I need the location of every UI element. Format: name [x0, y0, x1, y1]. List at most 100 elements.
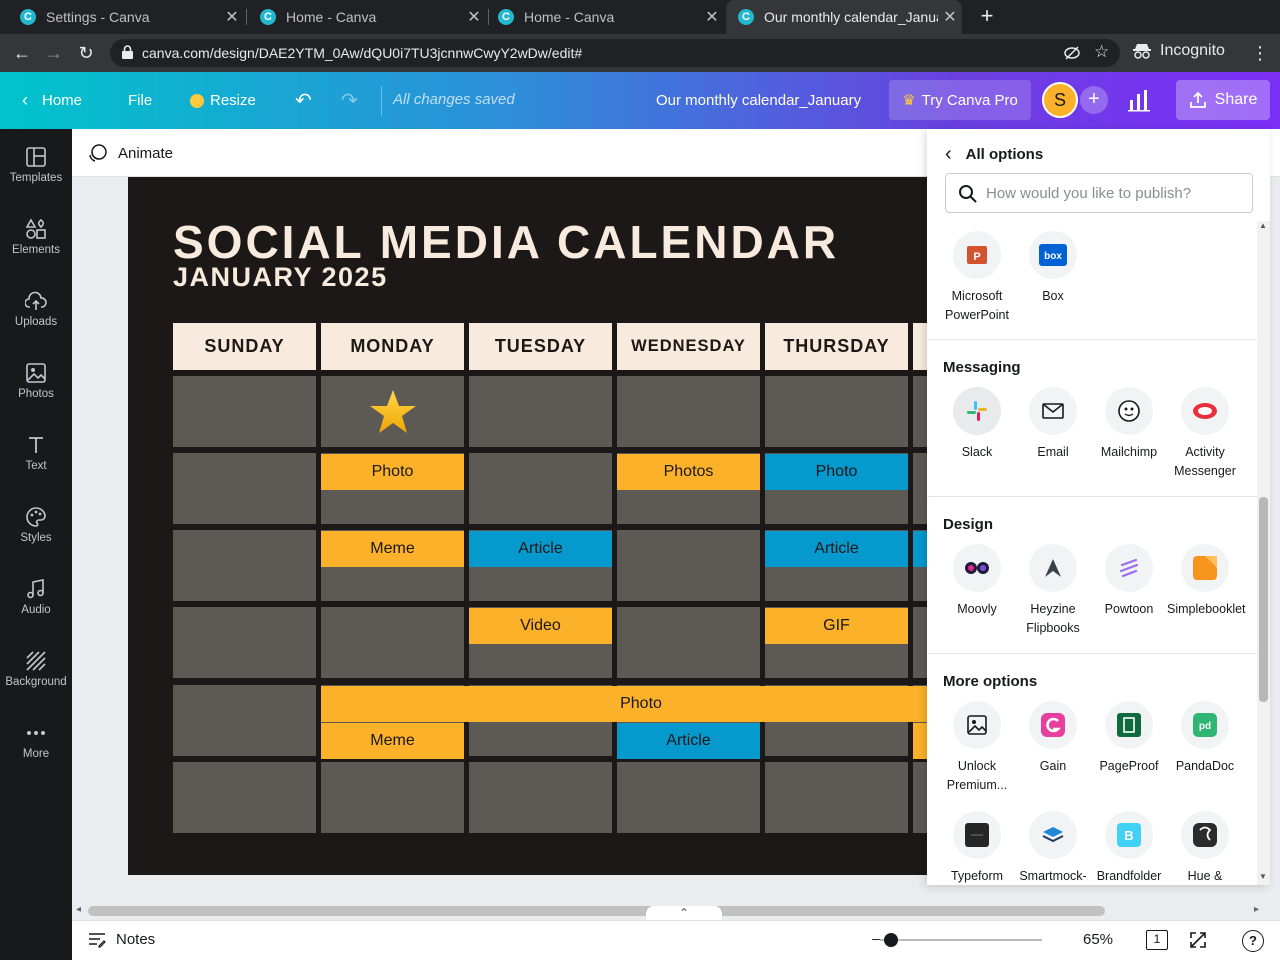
calendar-cell[interactable] — [913, 453, 928, 524]
tag-article[interactable]: Article — [765, 531, 908, 567]
fullscreen-icon[interactable] — [1188, 930, 1208, 955]
file-menu-button[interactable]: File — [128, 72, 152, 129]
app-microsoft-powerpoint[interactable]: P Microsoft PowerPoint — [939, 231, 1015, 325]
calendar-cell[interactable] — [765, 376, 908, 447]
bookmark-star-icon[interactable]: ☆ — [1094, 42, 1109, 62]
app-heyzine-flipbooks[interactable]: Heyzine Flipbooks — [1015, 544, 1091, 638]
day-header-tuesday[interactable]: TUESDAY — [469, 323, 612, 370]
day-header-monday[interactable]: MONDAY — [321, 323, 464, 370]
app-activity-messenger[interactable]: Activity Messenger — [1167, 387, 1243, 481]
document-title[interactable]: Our monthly calendar_January — [656, 92, 861, 109]
day-header-thursday[interactable]: THURSDAY — [765, 323, 908, 370]
sidebar-item-text[interactable]: Text — [0, 434, 72, 494]
app-typeform[interactable]: Typeform — [939, 811, 1015, 885]
app-smartmockups[interactable]: Smartmock- — [1015, 811, 1091, 885]
app-brandfolder[interactable]: B Brandfolder — [1091, 811, 1167, 885]
calendar-cell[interactable] — [913, 762, 928, 833]
calendar-subtitle[interactable]: JANUARY 2025 — [173, 262, 388, 293]
vertical-scrollbar[interactable] — [1270, 177, 1280, 900]
help-icon[interactable]: ? — [1242, 930, 1264, 952]
calendar-cell[interactable] — [173, 762, 316, 833]
panel-scroll-thumb[interactable] — [1259, 497, 1268, 702]
day-header-friday[interactable] — [913, 323, 928, 370]
calendar-cell[interactable] — [617, 530, 760, 601]
close-tab-icon[interactable]: ✕ — [462, 7, 486, 27]
tag-meme[interactable]: Meme — [321, 723, 464, 759]
sidebar-item-templates[interactable]: Templates — [0, 146, 72, 206]
calendar-cell[interactable] — [173, 453, 316, 524]
close-tab-icon[interactable]: ✕ — [700, 7, 724, 27]
calendar-cell[interactable] — [469, 762, 612, 833]
app-slack[interactable]: Slack — [939, 387, 1015, 462]
calendar-cell[interactable] — [469, 376, 612, 447]
forward-icon[interactable]: → — [40, 40, 68, 66]
share-button[interactable]: Share — [1176, 80, 1270, 120]
zoom-slider-track[interactable] — [880, 939, 1042, 941]
scroll-left-icon[interactable]: ◂ — [76, 904, 81, 915]
all-options-back-button[interactable]: ‹ All options — [945, 143, 1043, 166]
app-moovly[interactable]: Moovly — [939, 544, 1015, 619]
home-button[interactable]: ‹ Home — [22, 72, 82, 129]
browser-tab-home-1[interactable]: C Home - Canva ✕ — [248, 0, 486, 34]
calendar-cell[interactable] — [469, 453, 612, 524]
notes-button[interactable]: Notes — [88, 931, 155, 948]
sidebar-item-uploads[interactable]: Uploads — [0, 290, 72, 350]
tag-gif[interactable]: GIF — [765, 608, 908, 644]
incognito-indicator[interactable]: Incognito — [1132, 42, 1225, 60]
star-icon[interactable] — [369, 389, 417, 435]
scroll-right-icon[interactable]: ▸ — [1254, 904, 1259, 915]
design-page[interactable]: SOCIAL MEDIA CALENDAR JANUARY 2025 SUNDA… — [128, 177, 928, 875]
horizontal-scroll-thumb[interactable] — [88, 906, 1105, 916]
day-header-wednesday[interactable]: WEDNESDAY — [617, 323, 760, 370]
close-tab-icon[interactable]: ✕ — [938, 7, 962, 27]
app-hue[interactable]: Hue & — [1167, 811, 1243, 885]
eye-off-icon[interactable] — [1064, 46, 1080, 60]
calendar-cell[interactable] — [617, 376, 760, 447]
panel-scroll-up-icon[interactable]: ▲ — [1259, 221, 1267, 230]
browser-tab-settings[interactable]: C Settings - Canva ✕ — [8, 0, 244, 34]
back-icon[interactable]: ← — [8, 40, 36, 66]
avatar[interactable]: S — [1042, 82, 1078, 118]
app-powtoon[interactable]: Powtoon — [1091, 544, 1167, 619]
day-header-sunday[interactable]: SUNDAY — [173, 323, 316, 370]
tag-photo-span[interactable]: Photo — [321, 686, 928, 722]
app-unlock-premium[interactable]: Unlock Premium... — [939, 701, 1015, 795]
browser-tab-home-2[interactable]: C Home - Canva ✕ — [486, 0, 724, 34]
page-count-button[interactable]: 1 — [1146, 930, 1168, 950]
app-simplebooklet[interactable]: Simplebooklet — [1167, 544, 1246, 619]
sidebar-item-more[interactable]: More — [0, 722, 72, 782]
app-pandadoc[interactable]: pd PandaDoc — [1167, 701, 1243, 776]
try-canva-pro-button[interactable]: ♛ Try Canva Pro — [889, 80, 1031, 120]
tag-article[interactable]: Article — [469, 531, 612, 567]
app-pageproof[interactable]: PageProof — [1091, 701, 1167, 776]
app-gain[interactable]: Gain — [1015, 701, 1091, 776]
sidebar-item-audio[interactable]: Audio — [0, 578, 72, 638]
calendar-cell[interactable] — [321, 762, 464, 833]
tag-partial[interactable] — [913, 531, 928, 567]
zoom-out-icon[interactable]: – — [872, 930, 880, 946]
calendar-title[interactable]: SOCIAL MEDIA CALENDAR — [173, 215, 839, 269]
calendar-cell[interactable] — [617, 607, 760, 678]
calendar-cell[interactable] — [617, 762, 760, 833]
calendar-cell[interactable] — [173, 607, 316, 678]
undo-icon[interactable]: ↶ — [295, 72, 312, 129]
app-box[interactable]: box Box — [1015, 231, 1091, 306]
calendar-cell[interactable] — [173, 530, 316, 601]
sidebar-item-photos[interactable]: Photos — [0, 362, 72, 422]
publish-search-field[interactable] — [945, 173, 1253, 213]
tag-video[interactable]: Video — [469, 608, 612, 644]
sidebar-item-background[interactable]: Background — [0, 650, 72, 710]
redo-icon[interactable]: ↷ — [341, 72, 358, 129]
calendar-cell[interactable] — [321, 607, 464, 678]
new-tab-button[interactable]: + — [975, 5, 999, 29]
tag-photo[interactable]: Photo — [765, 454, 908, 490]
calendar-cell[interactable] — [913, 607, 928, 678]
add-member-button[interactable]: + — [1080, 86, 1108, 114]
browser-menu-icon[interactable]: ⋮ — [1246, 40, 1274, 66]
resize-button[interactable]: Resize — [190, 72, 256, 129]
insights-icon[interactable] — [1118, 86, 1160, 114]
calendar-cell[interactable] — [913, 376, 928, 447]
calendar-cell[interactable] — [173, 376, 316, 447]
app-mailchimp[interactable]: Mailchimp — [1091, 387, 1167, 462]
tag-photo[interactable]: Photo — [321, 454, 464, 490]
